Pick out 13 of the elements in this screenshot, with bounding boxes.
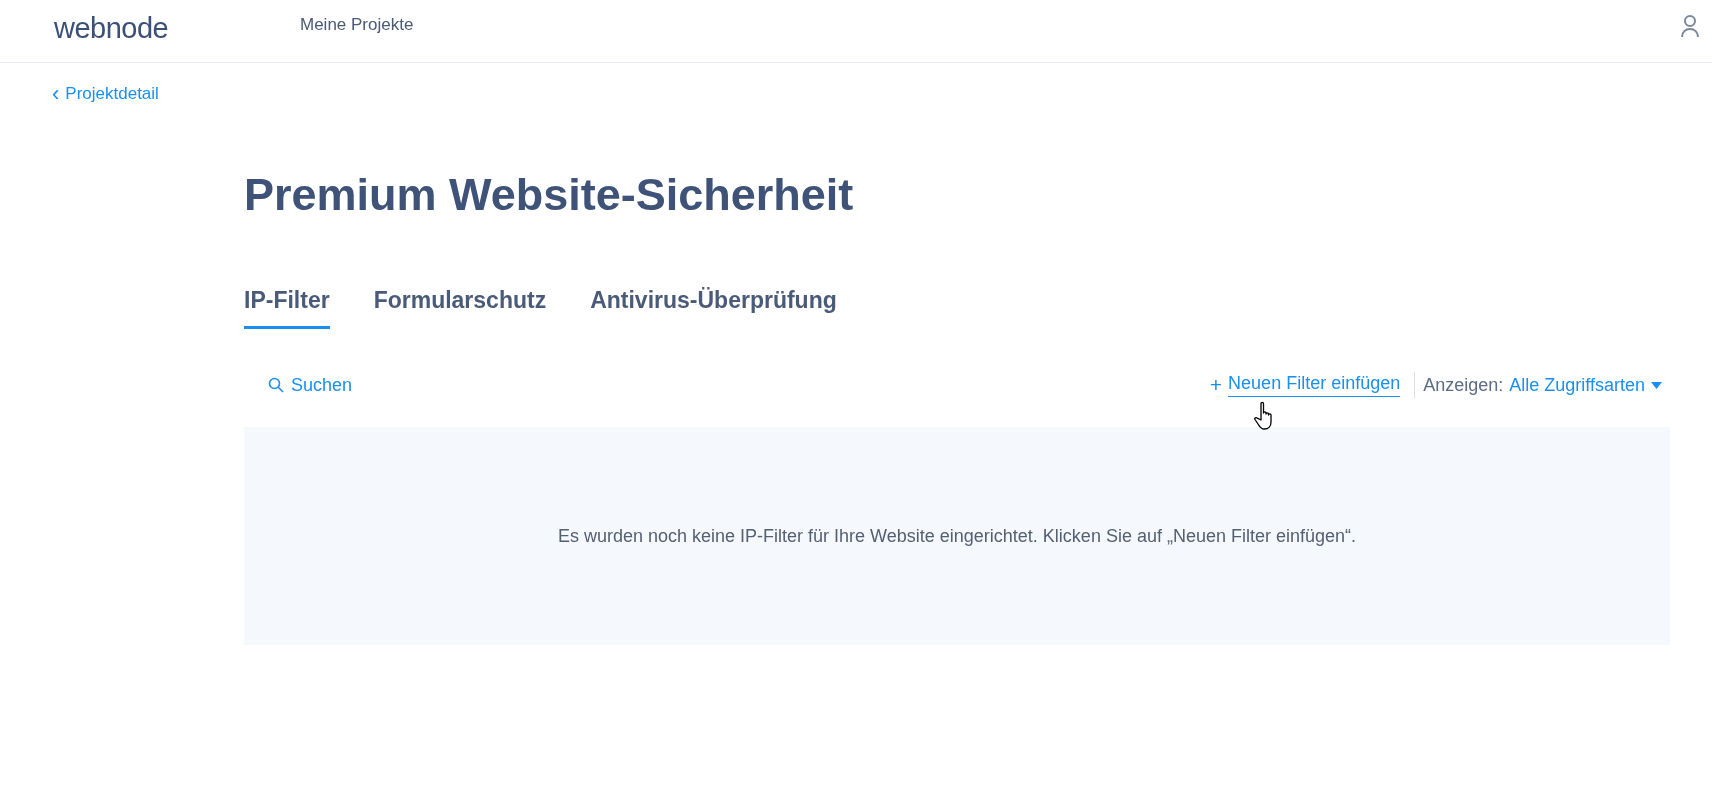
caret-icon[interactable] bbox=[1651, 381, 1662, 389]
user-icon[interactable] bbox=[1680, 14, 1700, 38]
back-link[interactable]: ‹ Projektdetail bbox=[52, 83, 159, 105]
show-label: Anzeigen: bbox=[1423, 374, 1504, 396]
tab[interactable]: Formularschutz bbox=[373, 287, 547, 329]
logo[interactable]: webnode bbox=[54, 11, 300, 51]
tab[interactable]: Antivirus-Überprüfung bbox=[590, 287, 837, 329]
search-button[interactable]: Suchen bbox=[268, 374, 353, 396]
empty-message: Es wurden noch keine IP-Filter für Ihre Website eingerichtet. Klicken Sie auf „Neuen Filter einfügen“. bbox=[557, 525, 1357, 547]
search-icon[interactable] bbox=[268, 377, 284, 393]
page-title: Premium Website-Sicherheit bbox=[244, 169, 855, 221]
tab[interactable]: IP-Filter bbox=[244, 287, 330, 329]
nav-link[interactable]: Meine Projekte bbox=[300, 15, 414, 47]
